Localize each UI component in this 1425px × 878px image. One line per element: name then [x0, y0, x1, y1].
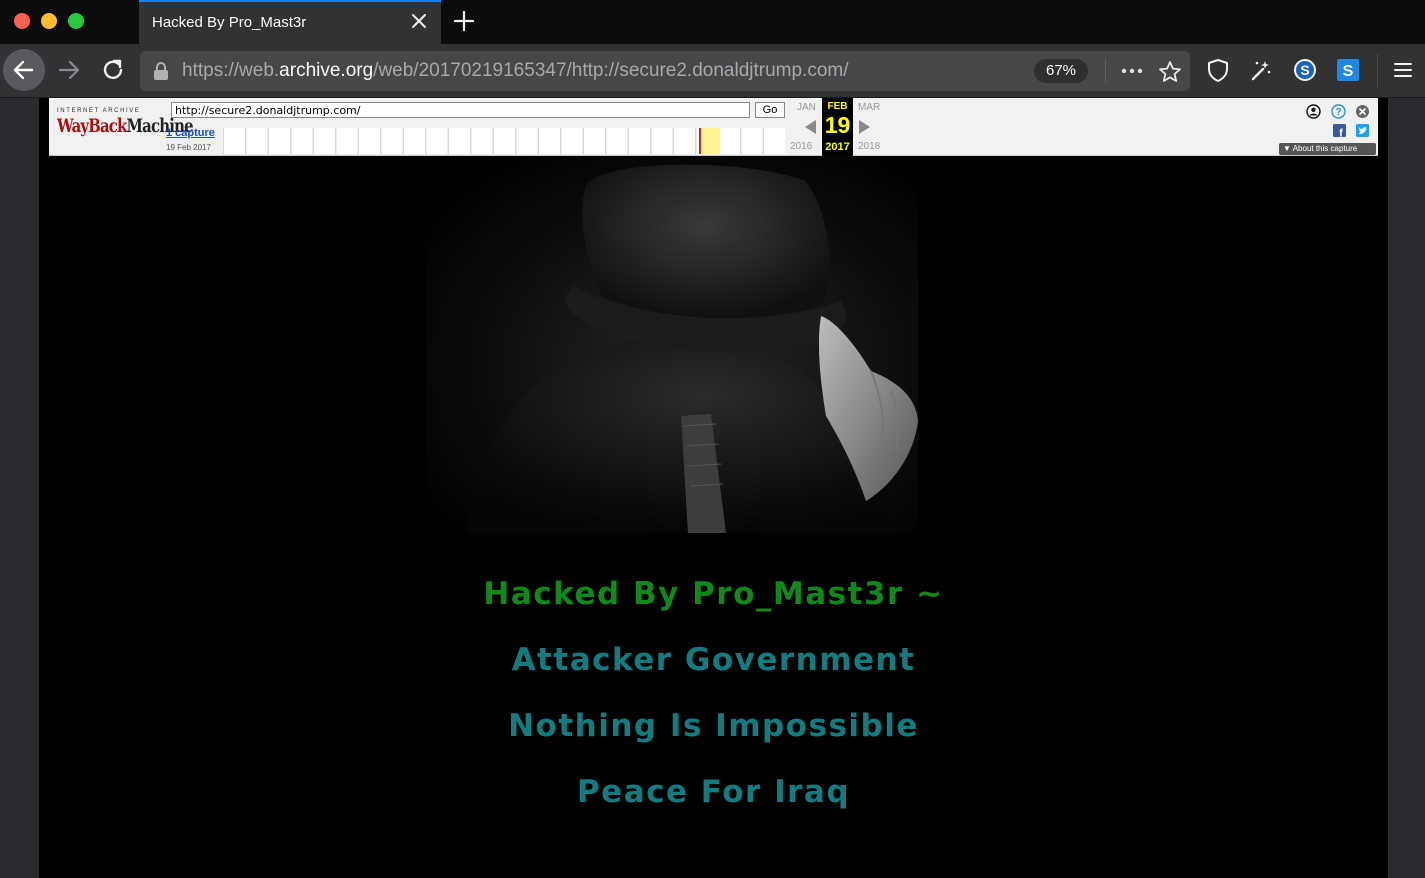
- prev-month: JAN: [797, 102, 816, 113]
- about-capture-label: About this capture: [1292, 144, 1358, 153]
- next-month: MAR: [858, 102, 881, 113]
- archived-page: INTERNET ARCHIVE WayBackMachine Go 1 cap…: [39, 98, 1388, 878]
- user-icon[interactable]: [1306, 104, 1321, 119]
- svg-text:S: S: [1300, 62, 1309, 78]
- zoom-indicator[interactable]: 67%: [1034, 59, 1088, 83]
- sparkline-highlight: [700, 128, 720, 154]
- help-icon[interactable]: ?: [1331, 104, 1346, 119]
- wayback-url-input[interactable]: [171, 102, 750, 118]
- s-circle-icon[interactable]: S: [1292, 57, 1318, 83]
- tab-title: Hacked By Pro_Mast3r: [152, 14, 307, 31]
- current-day: 19: [824, 112, 851, 138]
- content-area: INTERNET ARCHIVE WayBackMachine Go 1 cap…: [0, 98, 1425, 878]
- url-prefix: https://web.: [182, 60, 280, 81]
- twitter-icon[interactable]: [1355, 123, 1370, 138]
- current-month: FEB: [827, 101, 848, 112]
- peace-for-iraq-line: Peace For Iraq: [576, 774, 851, 810]
- url-domain: archive.org: [279, 60, 374, 81]
- hacked-by-heading: Hacked By Pro_Mast3r ~: [483, 576, 944, 612]
- current-capture-date: FEB 19 2017: [822, 98, 853, 156]
- wayback-toolbar: INTERNET ARCHIVE WayBackMachine Go 1 cap…: [49, 98, 1378, 156]
- current-year: 2017: [825, 141, 850, 153]
- back-arrow-icon: [13, 60, 34, 80]
- svg-text:?: ?: [1335, 107, 1341, 118]
- back-button[interactable]: [3, 49, 45, 91]
- more-icon[interactable]: [1118, 59, 1146, 83]
- star-icon[interactable]: [1157, 59, 1183, 85]
- close-circle-icon[interactable]: [1355, 104, 1370, 119]
- man-in-hat-image: [466, 164, 918, 533]
- hamburger-icon[interactable]: [1390, 57, 1416, 83]
- svg-text:f: f: [1339, 128, 1343, 139]
- s-square-icon[interactable]: S: [1335, 57, 1361, 83]
- hero-image: [426, 156, 918, 533]
- sparkline-capture-tick: [699, 128, 701, 154]
- next-capture-arrow[interactable]: [859, 120, 870, 134]
- reload-icon[interactable]: [99, 56, 127, 84]
- lock-icon[interactable]: [152, 61, 170, 81]
- window-zoom-button[interactable]: [68, 13, 84, 29]
- attacker-line: Attacker Government: [511, 642, 916, 678]
- url-text[interactable]: https://web.archive.org/web/201702191653…: [182, 60, 849, 82]
- capture-date: 19 Feb 2017: [166, 143, 211, 152]
- about-capture-button[interactable]: ▼ About this capture: [1279, 143, 1376, 155]
- wayback-logo-caption: INTERNET ARCHIVE: [57, 108, 141, 114]
- url-separator: [1105, 59, 1106, 83]
- toolbar-separator: [1377, 54, 1378, 88]
- svg-text:S: S: [1343, 63, 1354, 80]
- plus-icon[interactable]: [452, 9, 476, 33]
- close-icon[interactable]: [409, 11, 429, 31]
- prev-capture-arrow[interactable]: [805, 120, 816, 134]
- tab-bar: Hacked By Pro_Mast3r: [0, 0, 1425, 44]
- capture-sparkline[interactable]: [223, 128, 785, 154]
- url-bar[interactable]: https://web.archive.org/web/201702191653…: [140, 51, 1190, 91]
- prev-year: 2016: [790, 141, 813, 152]
- nav-toolbar: https://web.archive.org/web/201702191653…: [0, 44, 1425, 98]
- chevron-down-icon: ▼: [1283, 144, 1293, 153]
- shield-icon[interactable]: [1205, 57, 1231, 83]
- forward-arrow-icon[interactable]: [55, 56, 83, 84]
- tab-active[interactable]: Hacked By Pro_Mast3r: [139, 0, 441, 44]
- url-path: /web/20170219165347/http://secure2.donal…: [373, 60, 849, 81]
- wayback-logo-part-a: WayBack: [57, 115, 127, 137]
- window-minimize-button[interactable]: [41, 13, 57, 29]
- next-year: 2018: [858, 141, 881, 152]
- wayback-go-button[interactable]: Go: [755, 102, 785, 118]
- wand-icon[interactable]: [1248, 57, 1274, 83]
- nothing-impossible-line: Nothing Is Impossible: [508, 708, 919, 744]
- captures-link[interactable]: 1 capture: [166, 127, 215, 139]
- window-close-button[interactable]: [14, 13, 30, 29]
- facebook-icon[interactable]: f: [1332, 123, 1347, 138]
